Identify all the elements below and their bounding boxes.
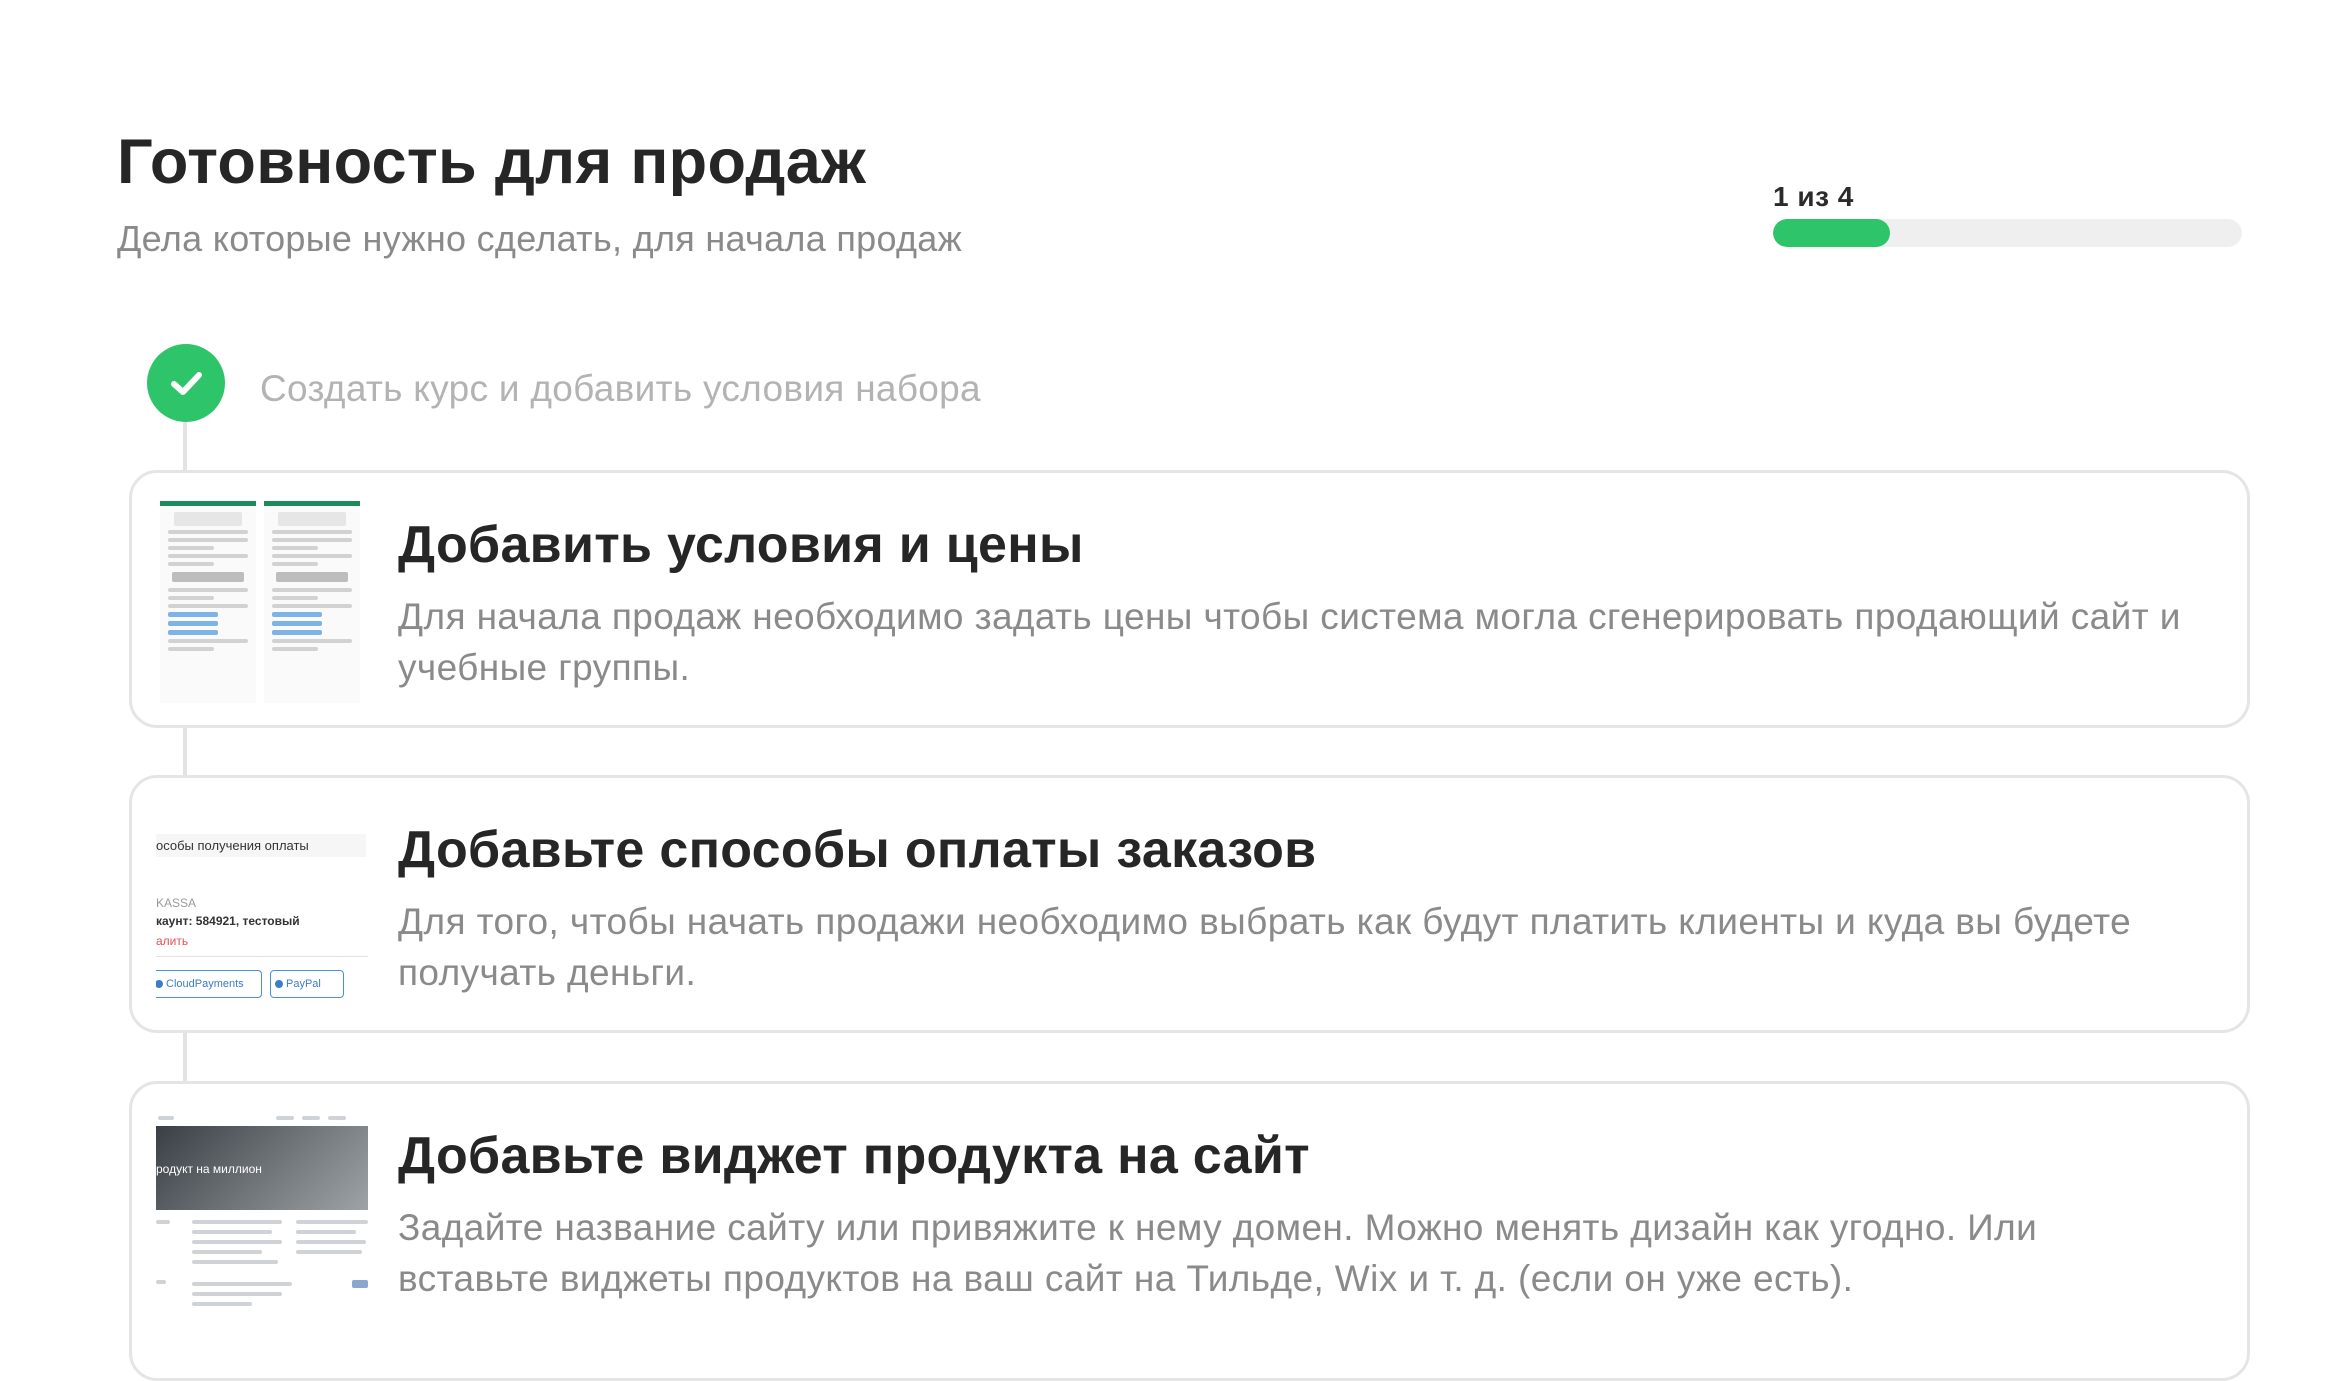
thumb-heading: особы получения оплаты: [156, 834, 366, 857]
progress-bar-fill: [1773, 219, 1891, 247]
thumb-line: каунт: 584921, тестовый: [156, 914, 300, 928]
thumb-line: алить: [156, 934, 189, 948]
task-thumbnail-payments: особы получения оплаты KASSA каунт: 5849…: [156, 800, 368, 1008]
progress-bar: [1773, 219, 2242, 247]
task-card-prices[interactable]: Добавить условия и цены Для начала прода…: [129, 470, 2250, 728]
task-description: Для того, чтобы начать продажи необходим…: [398, 901, 2132, 993]
task-thumbnail-site: родукт на миллион: [156, 1106, 368, 1356]
task-description: Для начала продаж необходимо задать цены…: [398, 596, 2181, 688]
thumb-line: KASSA: [156, 896, 197, 910]
completed-step-label[interactable]: Создать курс и добавить условия набора: [260, 368, 981, 410]
task-description: Задайте название сайту или привяжите к н…: [398, 1207, 2038, 1299]
cloudpayments-icon: [156, 980, 163, 988]
check-icon: [147, 344, 225, 422]
progress-label: 1 из 4: [1773, 181, 1854, 212]
thumb-paypal-button: PayPal: [270, 970, 344, 998]
task-card-widget[interactable]: родукт на миллион Добавьте виджет продук…: [129, 1081, 2250, 1381]
task-card-payments[interactable]: особы получения оплаты KASSA каунт: 5849…: [129, 775, 2250, 1033]
thumb-hero-text: родукт на миллион: [156, 1162, 262, 1176]
paypal-icon: [275, 980, 283, 988]
page-subtitle: Дела которые нужно сделать, для начала п…: [117, 218, 963, 259]
thumb-cloudpayments-button: CloudPayments: [156, 970, 262, 998]
task-thumbnail-phones: [156, 495, 368, 703]
task-title: Добавить условия и цены: [398, 516, 1084, 574]
page-title: Готовность для продаж: [117, 127, 867, 197]
task-title: Добавьте виджет продукта на сайт: [398, 1127, 1310, 1185]
task-title: Добавьте способы оплаты заказов: [398, 821, 1317, 879]
